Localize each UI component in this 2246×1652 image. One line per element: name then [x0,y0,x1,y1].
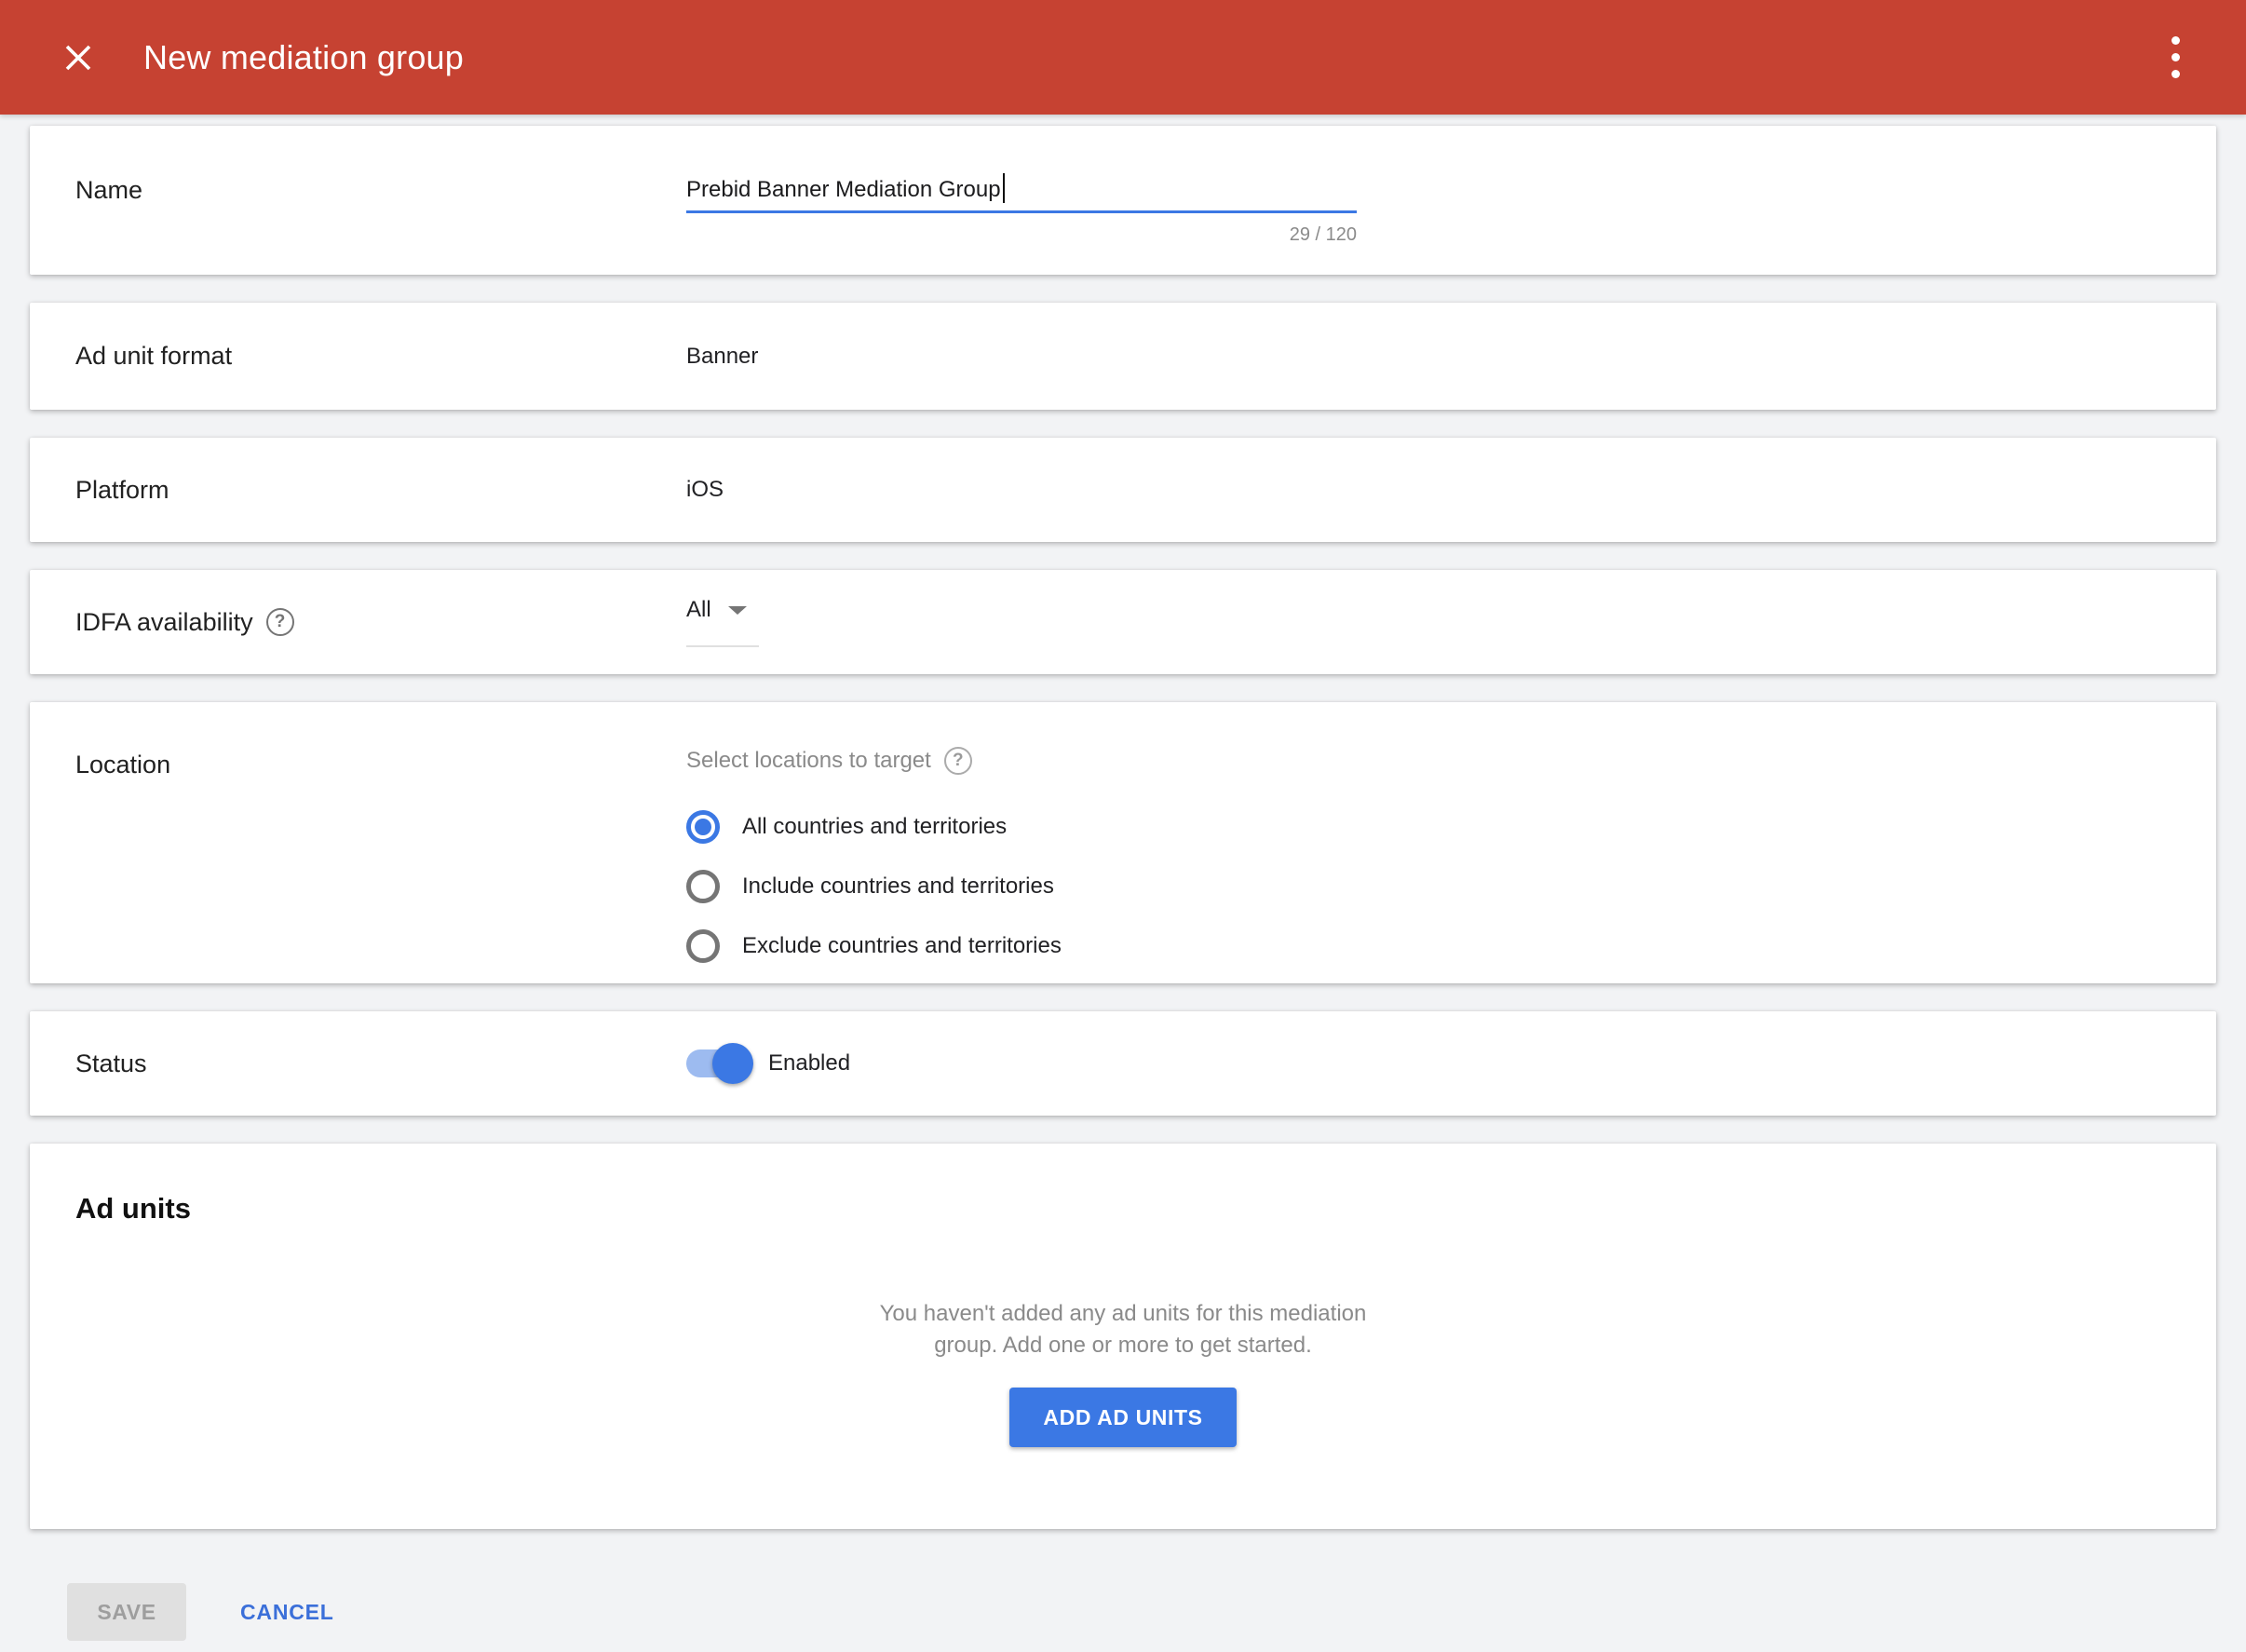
status-card: Status Enabled [30,1011,2216,1116]
empty-state-text-line1: You haven't added any ad units for this … [75,1298,2171,1330]
location-card: Location Select locations to target ? Al… [30,702,2216,983]
add-ad-units-button[interactable]: ADD AD UNITS [1009,1388,1236,1447]
idfa-selected-value: All [686,597,711,623]
idfa-help-icon[interactable]: ? [266,608,294,636]
radio-all-countries[interactable]: All countries and territories [686,810,2171,844]
form-content: Name Prebid Banner Mediation Group 29 / … [0,115,2246,1641]
idfa-select[interactable]: All [686,597,759,647]
footer-actions: SAVE CANCEL [30,1583,2216,1641]
cancel-button[interactable]: CANCEL [240,1600,334,1625]
idfa-label: IDFA availability ? [75,608,686,637]
location-radio-group: All countries and territories Include co… [686,810,2171,963]
overflow-menu-icon[interactable] [2153,24,2198,91]
ad-units-card: Ad units You haven't added any ad units … [30,1144,2216,1529]
platform-label: Platform [75,476,686,505]
location-help-icon[interactable]: ? [944,747,972,775]
ad-units-heading: Ad units [75,1192,2171,1225]
ad-unit-format-label: Ad unit format [75,342,686,371]
status-value: Enabled [768,1050,850,1077]
radio-include-countries[interactable]: Include countries and territories [686,870,2171,903]
idfa-card: IDFA availability ? All [30,570,2216,674]
location-label: Location [75,751,686,779]
ad-unit-format-value: Banner [686,344,2171,370]
name-input-value[interactable]: Prebid Banner Mediation Group [686,177,1001,203]
status-toggle[interactable] [686,1049,748,1077]
ad-units-empty-state: You haven't added any ad units for this … [75,1298,2171,1447]
platform-card: Platform iOS [30,438,2216,542]
location-prompt: Select locations to target ? [686,747,2171,775]
status-label: Status [75,1049,686,1078]
close-icon[interactable] [52,32,104,84]
select-underline [686,645,759,647]
name-field[interactable]: Prebid Banner Mediation Group 29 / 120 [686,169,1357,246]
name-label: Name [75,176,686,205]
text-cursor [1003,173,1005,203]
app-bar: New mediation group [0,0,2246,115]
empty-state-text-line2: group. Add one or more to get started. [75,1330,2171,1361]
radio-unselected-icon[interactable] [686,929,720,963]
close-x-glyph [61,41,95,74]
save-button[interactable]: SAVE [67,1583,186,1641]
radio-exclude-countries[interactable]: Exclude countries and territories [686,929,2171,963]
page-title: New mediation group [143,38,464,77]
radio-selected-icon[interactable] [686,810,720,844]
chevron-down-icon [728,606,747,615]
radio-unselected-icon[interactable] [686,870,720,903]
name-card: Name Prebid Banner Mediation Group 29 / … [30,126,2216,275]
char-counter: 29 / 120 [686,224,1357,246]
ad-unit-format-card: Ad unit format Banner [30,303,2216,410]
platform-value: iOS [686,477,2171,503]
